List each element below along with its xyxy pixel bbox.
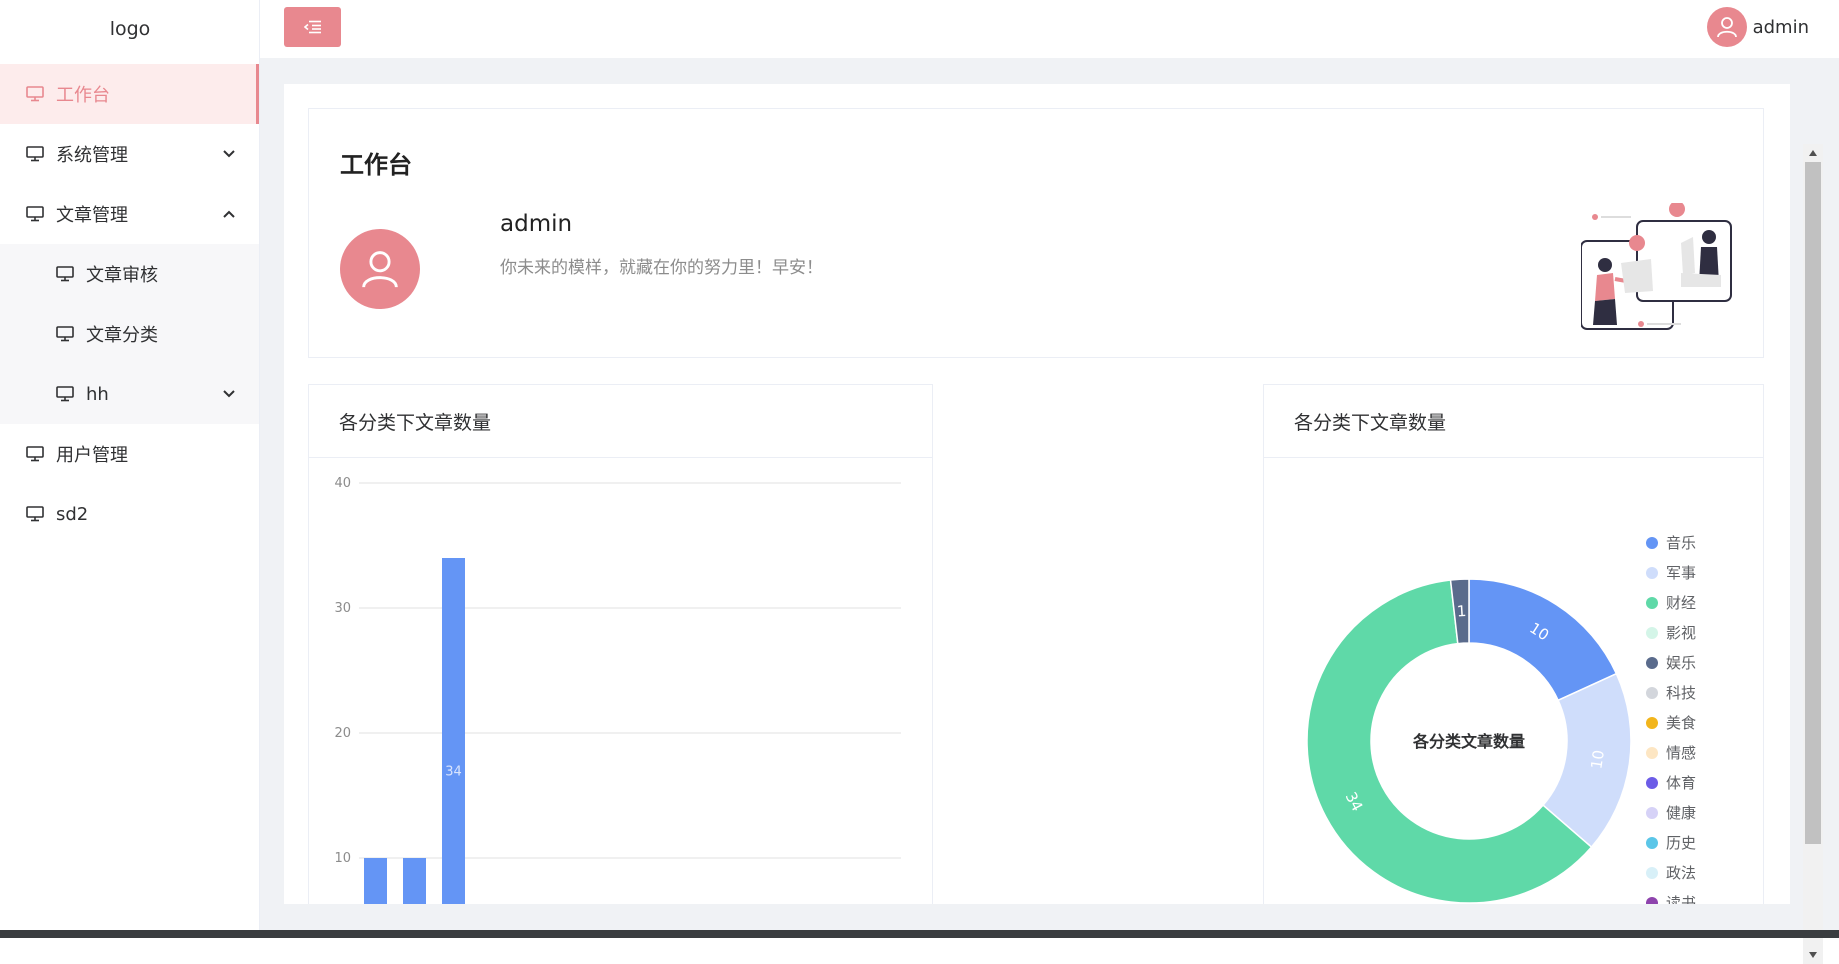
- y-tick-label: 30: [334, 601, 351, 616]
- scroll-up-icon[interactable]: [1808, 148, 1818, 158]
- sidebar-item-label: sd2: [56, 503, 89, 525]
- slice-value-label: 1: [1456, 602, 1467, 621]
- monitor-icon: [26, 505, 44, 523]
- sidebar-item-sd2[interactable]: sd2: [0, 484, 259, 544]
- bar-chart-title: 各分类下文章数量: [309, 385, 932, 458]
- legend-marker: [1646, 567, 1658, 579]
- content-panel: 工作台 admin 你未来的模样，就藏在你的努力里！早安！ 各分类下文章数量 1…: [284, 84, 1790, 904]
- monitor-icon: [26, 445, 44, 463]
- sidebar-item-users[interactable]: 用户管理: [0, 424, 259, 484]
- sidebar-item-article-category[interactable]: 文章分类: [0, 304, 259, 364]
- legend-marker: [1646, 537, 1658, 549]
- legend-marker: [1646, 627, 1658, 639]
- legend-item: 科技: [1666, 684, 1696, 702]
- legend-item: 影视: [1666, 624, 1696, 642]
- avatar[interactable]: [1706, 7, 1747, 47]
- legend-marker: [1646, 837, 1658, 849]
- vertical-scrollbar[interactable]: [1803, 144, 1823, 964]
- sidebar-item-label: hh: [86, 383, 109, 405]
- welcome-user-name: admin: [500, 211, 573, 237]
- sidebar-item-hh[interactable]: hh: [0, 364, 259, 424]
- slice-value-label: 10: [1587, 749, 1608, 770]
- legend-marker: [1646, 687, 1658, 699]
- donut-center-label: 各分类文章数量: [1412, 732, 1525, 751]
- legend-item: 历史: [1666, 834, 1696, 852]
- video-chat-illustration: [1581, 203, 1732, 330]
- monitor-icon: [56, 265, 74, 283]
- app-window: logo 工作台 系统管理 文章管理 文章审核 文章分类 hh 用户管理 sd2…: [0, 0, 1839, 964]
- monitor-icon: [56, 385, 74, 403]
- main-area: 工作台 admin 你未来的模样，就藏在你的努力里！早安！ 各分类下文章数量 1…: [260, 58, 1839, 964]
- legend-marker: [1646, 657, 1658, 669]
- legend-item: 美食: [1666, 714, 1696, 732]
- legend-marker: [1646, 717, 1658, 729]
- legend-item: 政法: [1666, 864, 1696, 882]
- sidebar-item-label: 文章审核: [86, 265, 158, 286]
- menu-fold-icon: [303, 20, 321, 34]
- sidebar-item-workbench[interactable]: 工作台: [0, 64, 259, 124]
- welcome-card: 工作台 admin 你未来的模样，就藏在你的努力里！早安！: [308, 108, 1764, 358]
- scrollbar-thumb[interactable]: [1805, 162, 1821, 844]
- legend-marker: [1646, 747, 1658, 759]
- user-icon: [362, 251, 398, 288]
- legend-item: 体育: [1666, 774, 1696, 792]
- legend-marker: [1646, 867, 1658, 879]
- window-bottom-edge: [0, 930, 1839, 938]
- legend-item: 财经: [1666, 594, 1696, 612]
- legend-marker: [1646, 597, 1658, 609]
- sidebar-item-article-review[interactable]: 文章审核: [0, 244, 259, 304]
- chevron-up-icon: [223, 210, 235, 218]
- sidebar-menu: 工作台 系统管理 文章管理 文章审核 文章分类 hh 用户管理 sd2: [0, 64, 259, 544]
- menu-collapse-button[interactable]: [284, 7, 341, 47]
- avatar: [340, 229, 420, 309]
- chevron-down-icon: [223, 150, 235, 158]
- bar-chart: 1020304010 1034: [334, 476, 901, 904]
- sidebar-item-label: 工作台: [56, 85, 110, 106]
- y-tick-label: 40: [334, 476, 351, 491]
- legend-item: 读书: [1666, 894, 1696, 904]
- welcome-greeting: 你未来的模样，就藏在你的努力里！早安！: [500, 258, 823, 278]
- legend-item: 娱乐: [1666, 654, 1696, 672]
- sidebar-item-system[interactable]: 系统管理: [0, 124, 259, 184]
- user-icon: [1716, 17, 1737, 38]
- pie-chart: 1010341各分类文章数量音乐军事财经影视娱乐科技美食情感体育健康历史政法读书: [1306, 534, 1696, 904]
- bar: [442, 558, 465, 904]
- sidebar-item-label: 文章分类: [86, 325, 158, 346]
- legend-item: 音乐: [1666, 534, 1696, 552]
- monitor-icon: [26, 145, 44, 163]
- sidebar-item-articles[interactable]: 文章管理: [0, 184, 259, 244]
- legend-marker: [1646, 777, 1658, 789]
- y-tick-label: 10: [334, 851, 351, 866]
- legend-marker: [1646, 807, 1658, 819]
- bar: [364, 858, 387, 904]
- chevron-down-icon: [223, 390, 235, 398]
- sidebar-item-label: 系统管理: [56, 145, 128, 166]
- bar-value-label: 34: [445, 765, 462, 780]
- legend-item: 情感: [1666, 744, 1696, 762]
- scroll-down-icon[interactable]: [1808, 950, 1818, 960]
- monitor-icon: [26, 85, 44, 103]
- bar: [403, 858, 426, 904]
- monitor-icon: [56, 325, 74, 343]
- y-tick-label: 20: [334, 726, 351, 741]
- monitor-icon: [26, 205, 44, 223]
- articles-submenu: 文章审核 文章分类 hh: [0, 244, 259, 424]
- legend-item: 军事: [1666, 564, 1696, 582]
- page-title: 工作台: [340, 151, 412, 179]
- user-menu[interactable]: admin: [1706, 7, 1809, 47]
- header-user-name[interactable]: admin: [1753, 17, 1809, 38]
- app-logo[interactable]: logo: [0, 0, 260, 58]
- sidebar-item-label: 用户管理: [56, 445, 128, 466]
- sidebar: logo 工作台 系统管理 文章管理 文章审核 文章分类 hh 用户管理 sd2: [0, 0, 260, 938]
- legend-marker: [1646, 897, 1658, 904]
- top-header: admin: [260, 0, 1839, 58]
- sidebar-item-label: 文章管理: [56, 205, 128, 226]
- pie-chart-card: 各分类下文章数量 10 10 34 1 各分类文章数量 音乐 军事 财经 影视 娱乐 科技 美食 情感体…: [1263, 384, 1764, 904]
- legend-item: 健康: [1666, 804, 1696, 822]
- bar-chart-card: 各分类下文章数量 10 20 30 40 10 10 34: [308, 384, 933, 904]
- pie-chart-title: 各分类下文章数量: [1264, 385, 1763, 458]
